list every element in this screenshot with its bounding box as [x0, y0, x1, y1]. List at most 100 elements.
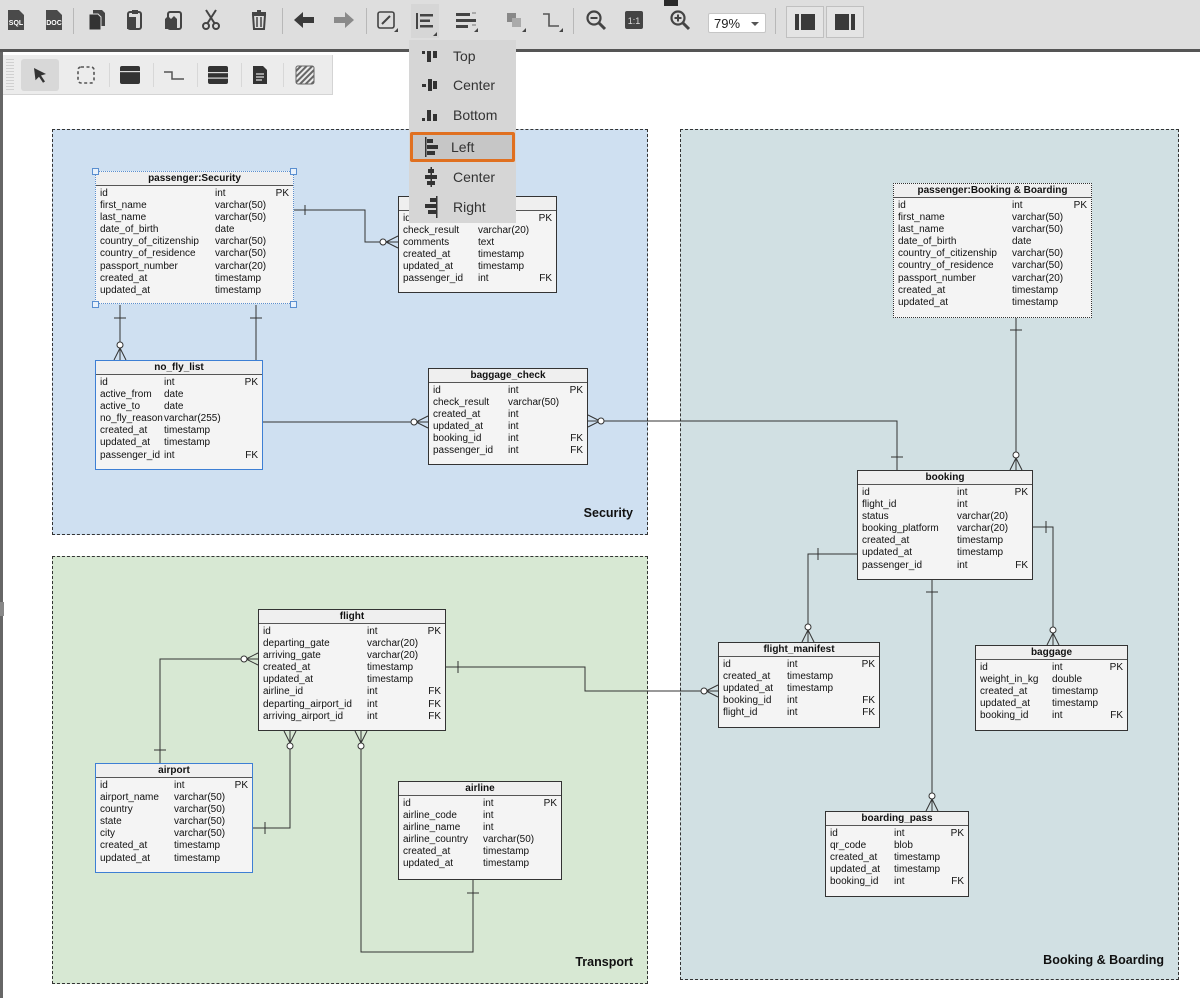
menu-item-align-top[interactable]: Top — [409, 41, 516, 71]
entity-column-row[interactable]: airline_id int FK — [263, 686, 441, 698]
entity-column-row[interactable]: id int PK — [980, 662, 1123, 674]
entity-column-row[interactable]: last_name varchar(50) — [100, 212, 289, 224]
entity-column-row[interactable]: created_at timestamp — [898, 285, 1087, 297]
entity-column-row[interactable]: qr_code blob — [830, 840, 964, 852]
align-button[interactable] — [411, 4, 439, 38]
pointer-tool[interactable] — [21, 59, 59, 91]
entity-column-row[interactable]: updated_at timestamp — [723, 683, 875, 695]
entity-column-row[interactable]: created_at timestamp — [862, 535, 1028, 547]
connector-style-button[interactable] — [537, 6, 565, 34]
entity-column-row[interactable]: passenger_id int FK — [100, 450, 258, 462]
table-tool[interactable] — [111, 59, 149, 91]
entity-column-row[interactable]: state varchar(50) — [100, 816, 248, 828]
entity-column-row[interactable]: updated_at timestamp — [980, 698, 1123, 710]
entity-column-row[interactable]: country_of_residence varchar(50) — [100, 248, 289, 260]
entity-column-row[interactable]: updated_at timestamp — [862, 547, 1028, 559]
selection-tool[interactable] — [67, 59, 105, 91]
entity-column-row[interactable]: country_of_residence varchar(50) — [898, 260, 1087, 272]
entity-column-row[interactable]: flight_id int FK — [723, 707, 875, 719]
entity-column-row[interactable]: airline_name int — [403, 822, 557, 834]
doc-export-button[interactable]: DOC — [40, 6, 68, 34]
entity-column-row[interactable]: city varchar(50) — [100, 828, 248, 840]
palette-drag-handle[interactable] — [6, 59, 14, 91]
zoom-out-button[interactable] — [582, 6, 610, 34]
entity-column-row[interactable]: last_name varchar(50) — [898, 224, 1087, 236]
redo-button[interactable] — [330, 6, 358, 34]
entity-column-row[interactable]: created_at timestamp — [403, 249, 552, 261]
resize-handle[interactable] — [290, 168, 297, 175]
entity-column-row[interactable]: date_of_birth date — [898, 236, 1087, 248]
entity-column-row[interactable]: booking_id int FK — [433, 433, 583, 445]
entity-column-row[interactable]: booking_platform varchar(20) — [862, 523, 1028, 535]
entity-column-row[interactable]: booking_id int FK — [723, 695, 875, 707]
entity-column-row[interactable]: airline_country varchar(50) — [403, 834, 557, 846]
undo-button[interactable] — [290, 6, 318, 34]
entity-column-row[interactable]: weight_in_kg double — [980, 674, 1123, 686]
entity-column-row[interactable]: active_to date — [100, 401, 258, 413]
cut-button[interactable] — [197, 6, 225, 34]
menu-item-align-right[interactable]: Right — [409, 192, 516, 222]
entity-column-row[interactable]: updated_at timestamp — [830, 864, 964, 876]
menu-item-align-center[interactable]: Center — [409, 162, 516, 192]
resize-handle[interactable] — [290, 301, 297, 308]
entity-column-row[interactable]: updated_at int — [433, 421, 583, 433]
entity-column-row[interactable]: id int PK — [862, 487, 1028, 499]
list-tool[interactable] — [199, 59, 237, 91]
entity-column-row[interactable]: passenger_id int FK — [403, 273, 552, 285]
entity-passenger-security[interactable]: passenger:Security id int PK first_name varch… — [95, 171, 294, 304]
entity-column-row[interactable]: updated_at timestamp — [898, 297, 1087, 309]
entity-boarding-pass[interactable]: boarding_pass id int PK qr_code blob created_a… — [825, 811, 969, 897]
arrange-button[interactable] — [500, 6, 528, 34]
entity-column-row[interactable]: updated_at timestamp — [100, 853, 248, 865]
entity-column-row[interactable]: passport_number varchar(20) — [100, 261, 289, 273]
menu-item-align-bottom[interactable]: Bottom — [409, 100, 516, 130]
entity-column-row[interactable]: created_at int — [433, 409, 583, 421]
entity-passenger-booking[interactable]: passenger:Booking & Boarding id int PK first… — [893, 183, 1092, 318]
entity-column-row[interactable]: no_fly_reason varchar(255) — [100, 413, 258, 425]
entity-column-row[interactable]: comments text — [403, 237, 552, 249]
entity-column-row[interactable]: passenger_id int FK — [433, 445, 583, 457]
entity-column-row[interactable]: updated_at timestamp — [100, 437, 258, 449]
entity-column-row[interactable]: created_at timestamp — [403, 846, 557, 858]
entity-column-row[interactable]: id int PK — [100, 780, 248, 792]
duplicate-button[interactable] — [159, 6, 187, 34]
copy-button[interactable] — [83, 6, 111, 34]
menu-item-align-middle[interactable]: Center — [409, 70, 516, 100]
entity-airport[interactable]: airport id int PK airport_name varchar(50) cou… — [95, 763, 253, 873]
zoom-in-button[interactable] — [666, 6, 694, 34]
toggle-right-panel-button[interactable] — [826, 6, 864, 38]
note-tool[interactable] — [241, 59, 279, 91]
entity-column-row[interactable]: created_at timestamp — [723, 671, 875, 683]
entity-column-row[interactable]: updated_at timestamp — [403, 858, 557, 870]
entity-column-row[interactable]: id int PK — [100, 377, 258, 389]
delete-button[interactable] — [245, 6, 273, 34]
entity-no-fly-list[interactable]: no_fly_list id int PK active_from date active_… — [95, 360, 263, 470]
entity-column-row[interactable]: id int PK — [723, 659, 875, 671]
actual-size-button[interactable]: 1:1 — [620, 6, 648, 34]
entity-column-row[interactable]: created_at timestamp — [100, 840, 248, 852]
entity-column-row[interactable]: first_name varchar(50) — [100, 200, 289, 212]
entity-column-row[interactable]: id int PK — [898, 200, 1087, 212]
entity-column-row[interactable]: id int PK — [403, 798, 557, 810]
paste-button[interactable] — [121, 6, 149, 34]
entity-column-row[interactable]: id int PK — [263, 626, 441, 638]
entity-column-row[interactable]: status varchar(20) — [862, 511, 1028, 523]
entity-column-row[interactable]: country_of_citizenship varchar(50) — [100, 236, 289, 248]
edit-style-button[interactable] — [372, 6, 400, 34]
entity-column-row[interactable]: created_at timestamp — [100, 273, 289, 285]
entity-column-row[interactable]: airline_code int — [403, 810, 557, 822]
entity-column-row[interactable]: check_result varchar(20) — [403, 225, 552, 237]
menu-item-align-left[interactable]: Left — [410, 132, 515, 162]
entity-column-row[interactable]: arriving_airport_id int FK — [263, 711, 441, 723]
entity-airline[interactable]: airline id int PK airline_code int airline_nam… — [398, 781, 562, 880]
entity-column-row[interactable]: booking_id int FK — [830, 876, 964, 888]
entity-baggage-check[interactable]: baggage_check id int PK check_result varchar(… — [428, 368, 588, 465]
entity-column-row[interactable]: arriving_gate varchar(20) — [263, 650, 441, 662]
entity-column-row[interactable]: updated_at timestamp — [263, 674, 441, 686]
sql-export-button[interactable]: SQL — [2, 6, 30, 34]
entity-baggage[interactable]: baggage id int PK weight_in_kg double created_… — [975, 645, 1128, 731]
entity-column-row[interactable]: check_result varchar(50) — [433, 397, 583, 409]
entity-column-row[interactable]: country varchar(50) — [100, 804, 248, 816]
connector-tool[interactable] — [155, 59, 193, 91]
entity-column-row[interactable]: first_name varchar(50) — [898, 212, 1087, 224]
